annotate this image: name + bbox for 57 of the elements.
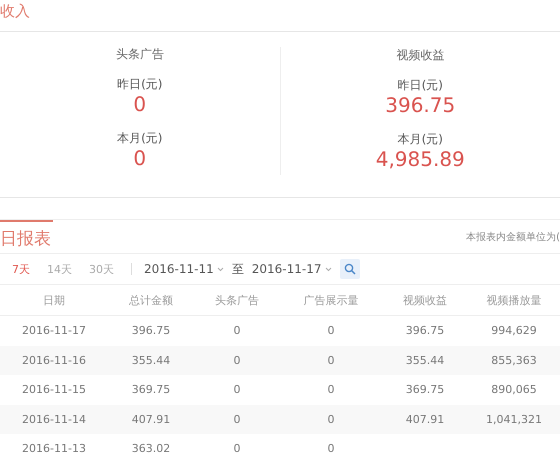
- range-tab[interactable]: 7天: [12, 262, 38, 276]
- range-separator: 至: [232, 260, 244, 278]
- table-cell-text: 0: [326, 324, 336, 338]
- table-cell-text: 396.75: [130, 324, 172, 338]
- stat-label: 昨日(元): [398, 78, 443, 93]
- date-picker[interactable]: 2016-11-11: [144, 262, 224, 276]
- column-header: 头条广告: [214, 292, 260, 308]
- range-tab[interactable]: 30天: [89, 262, 122, 276]
- table-cell-text: 0: [232, 442, 242, 456]
- column-header: 广告展示量: [302, 292, 360, 308]
- stat-value: 0: [133, 92, 146, 116]
- table-cell-text: 0: [232, 412, 242, 426]
- table-cell-text: 0: [232, 324, 242, 338]
- table-cell-text: 0: [326, 412, 336, 426]
- table-cell-text: 994,629: [490, 324, 538, 338]
- group-title: 视频收益: [396, 47, 444, 63]
- table-cell-text: 2016-11-15: [21, 383, 87, 396]
- table-cell-text: 0: [326, 442, 336, 456]
- table-cell-text: 369.75: [404, 383, 446, 396]
- column-header: 视频播放量: [486, 292, 542, 308]
- table-cell-text: 363.02: [130, 442, 172, 456]
- unit-note: 本报表内金额单位为(: [466, 230, 560, 244]
- table-cell-text: 2016-11-13: [21, 442, 87, 456]
- column-header: 总计金额: [128, 292, 174, 308]
- group-title: 头条广告: [116, 46, 164, 62]
- stat-label: 本月(元): [117, 131, 162, 146]
- column-header: 视频收益: [402, 292, 448, 308]
- stat-value: 0: [133, 146, 146, 170]
- table-cell-text: 0: [232, 383, 242, 396]
- table-cell-text: 407.91: [130, 412, 172, 426]
- table-cell-text: 0: [232, 354, 242, 367]
- table-cell-text: 890,065: [490, 383, 538, 396]
- search-button[interactable]: [340, 259, 360, 279]
- table-cell-text: 0: [326, 354, 336, 367]
- table-cell-text: 2016-11-16: [21, 354, 87, 367]
- table-cell-text: 1,041,321: [485, 412, 543, 426]
- table-cell-text: 355.44: [404, 354, 446, 367]
- column-header: 日期: [42, 292, 66, 308]
- table-cell-text: 355.44: [130, 354, 172, 367]
- table-cell-text: 2016-11-17: [21, 324, 87, 338]
- range-tab[interactable]: 14天: [47, 262, 80, 276]
- stat-value: 396.75: [385, 93, 456, 117]
- search-icon: [344, 263, 356, 275]
- section-title: 收入: [0, 1, 30, 21]
- table-cell-text: 0: [326, 383, 336, 396]
- caret-icon: [216, 266, 224, 272]
- stat-label: 本月(元): [398, 132, 443, 147]
- date-picker[interactable]: 2016-11-17: [252, 262, 332, 276]
- stat-label: 昨日(元): [117, 77, 162, 92]
- table-cell-text: 396.75: [404, 324, 446, 338]
- stat-value: 4,985.89: [376, 147, 465, 171]
- table-cell-text: 2016-11-14: [21, 412, 87, 426]
- table-cell-text: 407.91: [404, 412, 446, 426]
- table-cell-text: 855,363: [490, 354, 538, 367]
- section-title: 日报表: [0, 220, 53, 250]
- caret-icon: [324, 266, 332, 272]
- table-cell-text: 369.75: [130, 383, 172, 396]
